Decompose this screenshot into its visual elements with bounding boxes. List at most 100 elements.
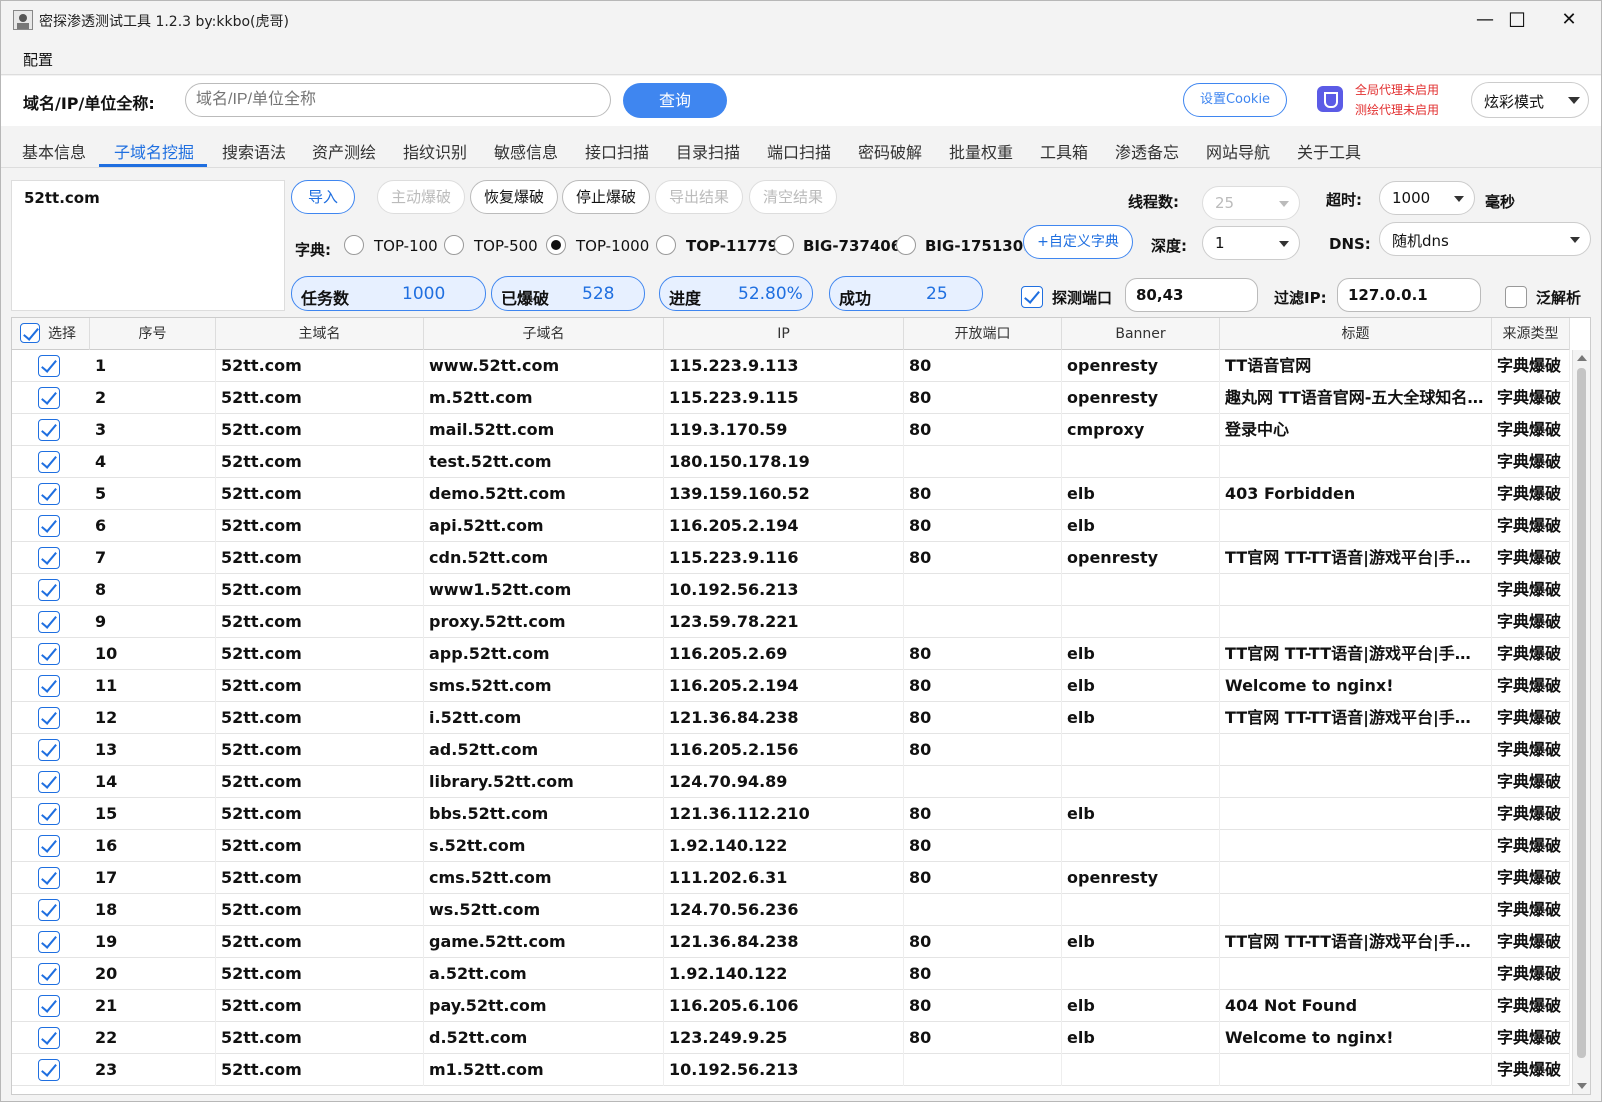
row-checkbox[interactable] [38,707,60,729]
timeout-select[interactable]: 1000 [1379,181,1475,215]
table-row[interactable]: 11 52tt.com sms.52tt.com 116.205.2.194 80 elb… [12,670,1570,702]
menu-config[interactable]: 配置 [23,49,53,70]
dict-radio-big1751301[interactable] [896,235,916,255]
query-input[interactable] [185,83,611,117]
tab-api-scan[interactable]: 接口扫描 [585,139,649,163]
table-row[interactable]: 18 52tt.com ws.52tt.com 124.70.56.236 字典爆破 [12,894,1570,926]
vertical-scrollbar[interactable] [1572,350,1590,1094]
tab-site-nav[interactable]: 网站导航 [1206,139,1270,163]
header-source-type[interactable]: 来源类型 [1492,318,1570,350]
header-ip[interactable]: IP [664,318,904,350]
table-row[interactable]: 2 52tt.com m.52tt.com 115.223.9.115 80 openre… [12,382,1570,414]
table-row[interactable]: 8 52tt.com www1.52tt.com 10.192.56.213 字典爆破 [12,574,1570,606]
import-button[interactable]: 导入 [291,180,355,214]
tab-pentest-notes[interactable]: 渗透备忘 [1115,139,1179,163]
depth-select[interactable]: 1 [1202,226,1300,260]
dict-radio-top11779[interactable] [656,235,676,255]
row-checkbox[interactable] [38,899,60,921]
table-row[interactable]: 6 52tt.com api.52tt.com 116.205.2.194 80 elb 字… [12,510,1570,542]
tab-subdomain[interactable]: 子域名挖掘 [114,139,194,163]
tab-toolbox[interactable]: 工具箱 [1040,139,1088,163]
row-checkbox[interactable] [38,515,60,537]
table-row[interactable]: 15 52tt.com bbs.52tt.com 121.36.112.210 80 el… [12,798,1570,830]
table-row[interactable]: 5 52tt.com demo.52tt.com 139.159.160.52 80 el… [12,478,1570,510]
active-brute-button[interactable]: 主动爆破 [377,180,465,214]
select-all-checkbox[interactable] [20,323,40,343]
row-checkbox[interactable] [38,451,60,473]
probe-port-input[interactable]: 80,43 [1125,278,1258,312]
threads-select[interactable]: 25 [1202,186,1300,220]
row-checkbox[interactable] [38,1059,60,1081]
maximize-button[interactable]: ☐ [1487,1,1547,39]
wildcard-checkbox[interactable] [1505,286,1527,308]
tab-batch-weight[interactable]: 批量权重 [949,139,1013,163]
stop-brute-button[interactable]: 停止爆破 [562,180,650,214]
dict-radio-top100[interactable] [344,235,364,255]
tab-asset-mapping[interactable]: 资产测绘 [312,139,376,163]
tab-basic-info[interactable]: 基本信息 [22,139,86,163]
header-banner[interactable]: Banner [1062,318,1220,350]
table-row[interactable]: 23 52tt.com m1.52tt.com 10.192.56.213 字典爆破 [12,1054,1570,1086]
table-row[interactable]: 4 52tt.com test.52tt.com 180.150.178.19 字典爆破 [12,446,1570,478]
table-row[interactable]: 14 52tt.com library.52tt.com 124.70.94.89 字典… [12,766,1570,798]
row-checkbox[interactable] [38,739,60,761]
query-button[interactable]: 查询 [623,83,727,118]
probe-port-checkbox[interactable] [1021,286,1043,308]
tab-password-crack[interactable]: 密码破解 [858,139,922,163]
header-select[interactable]: 选择 [12,318,90,350]
table-row[interactable]: 22 52tt.com d.52tt.com 123.249.9.25 80 elb Wel… [12,1022,1570,1054]
dict-radio-top500[interactable] [444,235,464,255]
row-checkbox[interactable] [38,419,60,441]
scroll-thumb[interactable] [1577,368,1586,1058]
tab-dir-scan[interactable]: 目录扫描 [676,139,740,163]
row-checkbox[interactable] [38,771,60,793]
table-row[interactable]: 13 52tt.com ad.52tt.com 116.205.2.156 80 字典爆破 [12,734,1570,766]
row-checkbox[interactable] [38,547,60,569]
row-checkbox[interactable] [38,579,60,601]
dns-select[interactable]: 随机dns [1379,222,1591,256]
dict-radio-top1000[interactable] [546,235,566,255]
close-button[interactable]: ✕ [1539,1,1599,39]
tab-port-scan[interactable]: 端口扫描 [767,139,831,163]
theme-mode-select[interactable]: 炫彩模式 [1471,82,1589,118]
tab-sensitive-info[interactable]: 敏感信息 [494,139,558,163]
table-row[interactable]: 20 52tt.com a.52tt.com 1.92.140.122 80 字典爆破 [12,958,1570,990]
row-checkbox[interactable] [38,963,60,985]
header-title[interactable]: 标题 [1220,318,1492,350]
scroll-up-icon[interactable] [1577,355,1587,361]
row-checkbox[interactable] [38,675,60,697]
row-checkbox[interactable] [38,835,60,857]
scroll-down-icon[interactable] [1577,1083,1587,1089]
table-row[interactable]: 16 52tt.com s.52tt.com 1.92.140.122 80 字典爆破 [12,830,1570,862]
row-checkbox[interactable] [38,931,60,953]
row-checkbox[interactable] [38,387,60,409]
table-row[interactable]: 3 52tt.com mail.52tt.com 119.3.170.59 80 cmpr… [12,414,1570,446]
row-checkbox[interactable] [38,643,60,665]
tab-fingerprint[interactable]: 指纹识别 [403,139,467,163]
filter-ip-input[interactable]: 127.0.0.1 [1337,278,1481,312]
table-row[interactable]: 12 52tt.com i.52tt.com 121.36.84.238 80 elb TT… [12,702,1570,734]
custom-dict-button[interactable]: +自定义字典 [1023,225,1133,259]
tab-about[interactable]: 关于工具 [1297,139,1361,163]
row-checkbox[interactable] [38,995,60,1017]
table-row[interactable]: 19 52tt.com game.52tt.com 121.36.84.238 80 el… [12,926,1570,958]
clear-results-button[interactable]: 清空结果 [749,180,837,214]
export-results-button[interactable]: 导出结果 [655,180,743,214]
resume-brute-button[interactable]: 恢复爆破 [470,180,558,214]
header-index[interactable]: 序号 [90,318,216,350]
row-checkbox[interactable] [38,867,60,889]
proxy-shield-icon[interactable] [1317,86,1343,112]
table-row[interactable]: 9 52tt.com proxy.52tt.com 123.59.78.221 字典爆破 [12,606,1570,638]
set-cookie-button[interactable]: 设置Cookie [1183,83,1287,117]
dict-radio-big737406[interactable] [774,235,794,255]
row-checkbox[interactable] [38,1027,60,1049]
header-open-port[interactable]: 开放端口 [904,318,1062,350]
target-domain-textarea[interactable]: 52tt.com [11,180,285,311]
row-checkbox[interactable] [38,611,60,633]
tab-search-syntax[interactable]: 搜索语法 [222,139,286,163]
row-checkbox[interactable] [38,803,60,825]
table-row[interactable]: 17 52tt.com cms.52tt.com 111.202.6.31 80 open… [12,862,1570,894]
row-checkbox[interactable] [38,483,60,505]
table-row[interactable]: 21 52tt.com pay.52tt.com 116.205.6.106 80 elb… [12,990,1570,1022]
table-row[interactable]: 10 52tt.com app.52tt.com 116.205.2.69 80 elb T… [12,638,1570,670]
